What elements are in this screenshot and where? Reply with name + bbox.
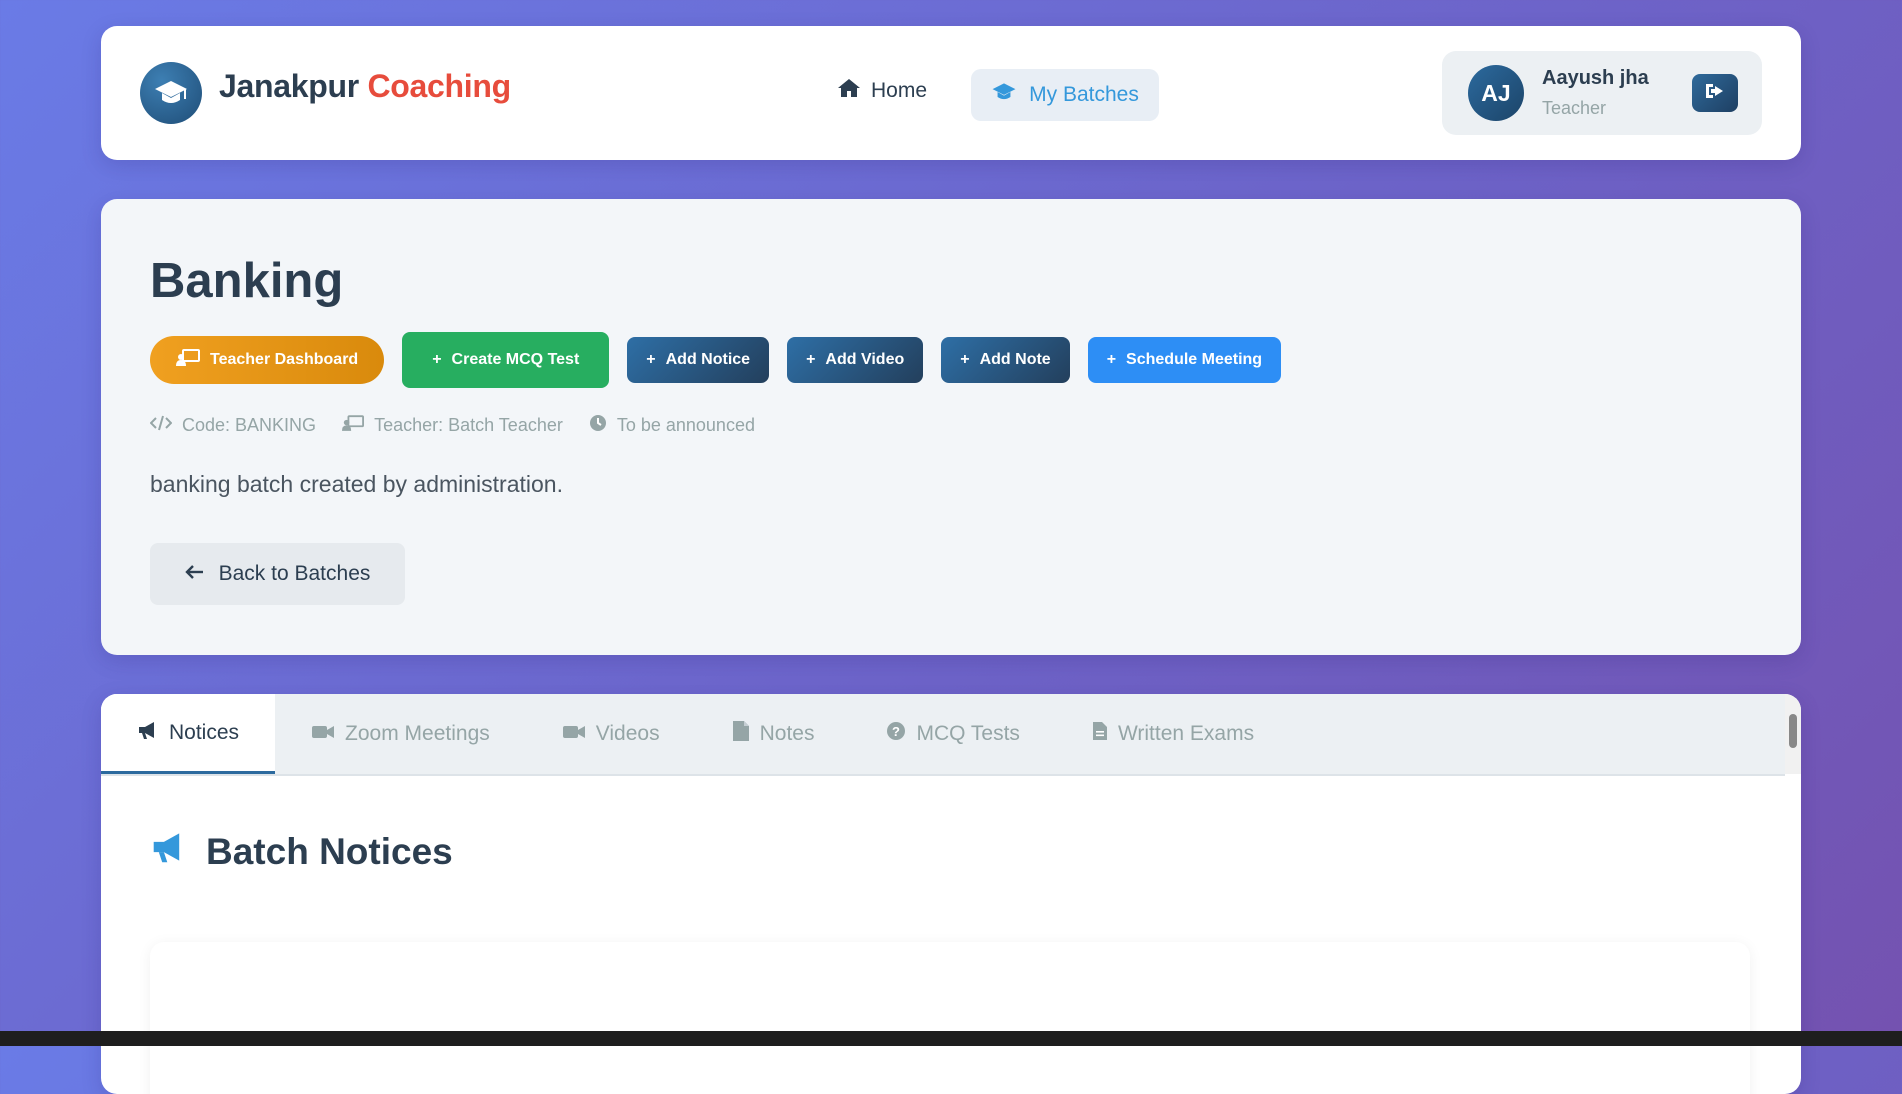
navbar: Janakpur Coaching Home My Batches AJ Aay… — [101, 26, 1801, 160]
clock-icon — [589, 414, 607, 437]
megaphone-icon — [150, 830, 188, 873]
create-mcq-test-label: Create MCQ Test — [451, 351, 580, 368]
add-notice-button[interactable]: + Add Notice — [627, 337, 770, 383]
batch-meta: Code: BANKING Teacher: Batch Teacher To … — [149, 414, 755, 437]
tab-notes-label: Notes — [759, 722, 815, 745]
meta-schedule-text: To be announced — [616, 415, 755, 435]
notice-empty-card — [150, 942, 1750, 1094]
add-notice-label: Add Notice — [665, 351, 751, 368]
add-note-label: Add Note — [979, 351, 1051, 368]
arrow-left-icon — [184, 562, 205, 586]
plus-icon: + — [960, 351, 970, 368]
question-circle-icon: ? — [886, 721, 906, 747]
nav-home-link[interactable]: Home — [823, 66, 941, 116]
taskbar — [0, 1031, 1902, 1046]
batch-header: Banking Teacher Dashboard + Create MCQ T… — [101, 199, 1801, 655]
action-buttons: Teacher Dashboard + Create MCQ Test + Ad… — [150, 332, 1282, 388]
teacher-dashboard-button[interactable]: Teacher Dashboard — [150, 336, 385, 384]
add-video-label: Add Video — [825, 351, 905, 368]
logout-button[interactable] — [1692, 74, 1738, 112]
schedule-meeting-label: Schedule Meeting — [1126, 351, 1263, 368]
back-to-batches-button[interactable]: Back to Batches — [150, 543, 405, 605]
document-icon — [1092, 721, 1108, 747]
tab-written-exams-label: Written Exams — [1117, 722, 1255, 745]
nav-my-batches-link[interactable]: My Batches — [971, 69, 1159, 121]
add-note-button[interactable]: + Add Note — [941, 337, 1070, 383]
add-video-button[interactable]: + Add Video — [787, 337, 924, 383]
user-role: Teacher — [1542, 98, 1607, 118]
tab-scrollbar[interactable] — [1785, 694, 1801, 774]
meta-teacher-text: Teacher: Batch Teacher — [374, 415, 563, 435]
svg-text:?: ? — [892, 724, 900, 739]
brand-name[interactable]: Janakpur Coaching — [219, 68, 511, 105]
meta-code-text: Code: BANKING — [182, 415, 317, 435]
meta-schedule: To be announced — [589, 414, 755, 437]
user-name: Aayush jha — [1542, 67, 1649, 89]
section-title-text: Batch Notices — [206, 830, 453, 872]
scrollbar-thumb[interactable] — [1789, 714, 1797, 748]
video-camera-icon — [562, 722, 586, 746]
nav-my-batches-label: My Batches — [1029, 83, 1139, 106]
plus-icon: + — [806, 351, 816, 368]
user-profile: AJ Aayush jha Teacher — [1442, 51, 1762, 135]
meta-code: Code: BANKING — [149, 415, 317, 436]
plus-icon: + — [1106, 351, 1117, 368]
avatar[interactable]: AJ — [1468, 65, 1524, 121]
page-title: Banking — [150, 254, 344, 308]
chalkboard-teacher-icon — [342, 414, 365, 437]
tab-notices-label: Notices — [169, 720, 240, 744]
logout-icon — [1704, 82, 1726, 105]
nav-home-label: Home — [871, 79, 928, 102]
back-to-batches-label: Back to Batches — [218, 562, 371, 585]
create-mcq-test-button[interactable]: + Create MCQ Test — [402, 332, 610, 388]
home-icon — [837, 78, 861, 104]
tab-bar: Notices Zoom Meetings Videos Notes ? MCQ… — [101, 694, 1785, 776]
chalkboard-teacher-icon — [176, 348, 200, 372]
graduation-cap-icon[interactable] — [140, 62, 202, 124]
graduation-cap-icon — [991, 82, 1017, 108]
meta-teacher: Teacher: Batch Teacher — [342, 414, 563, 437]
tab-notes[interactable]: Notes — [696, 694, 851, 774]
tab-videos[interactable]: Videos — [526, 694, 696, 774]
code-icon — [149, 415, 173, 436]
batch-description: banking batch created by administration. — [150, 471, 563, 497]
tab-written-exams[interactable]: Written Exams — [1056, 694, 1290, 774]
video-camera-icon — [311, 722, 335, 746]
teacher-dashboard-label: Teacher Dashboard — [210, 351, 359, 368]
brand-name-accent: Coaching — [367, 68, 511, 104]
schedule-meeting-button[interactable]: + Schedule Meeting — [1087, 337, 1282, 383]
section-title: Batch Notices — [150, 830, 453, 873]
plus-icon: + — [432, 351, 442, 368]
tab-zoom-meetings-label: Zoom Meetings — [345, 722, 490, 745]
pdf-file-icon — [732, 720, 750, 748]
tab-notices[interactable]: Notices — [101, 694, 276, 774]
megaphone-icon — [137, 720, 159, 746]
tab-mcq-tests-label: MCQ Tests — [916, 722, 1020, 745]
plus-icon: + — [646, 351, 656, 368]
tab-mcq-tests[interactable]: ? MCQ Tests — [850, 694, 1055, 774]
tab-videos-label: Videos — [595, 722, 660, 745]
brand-name-primary: Janakpur — [219, 68, 359, 104]
tab-zoom-meetings[interactable]: Zoom Meetings — [275, 694, 526, 774]
